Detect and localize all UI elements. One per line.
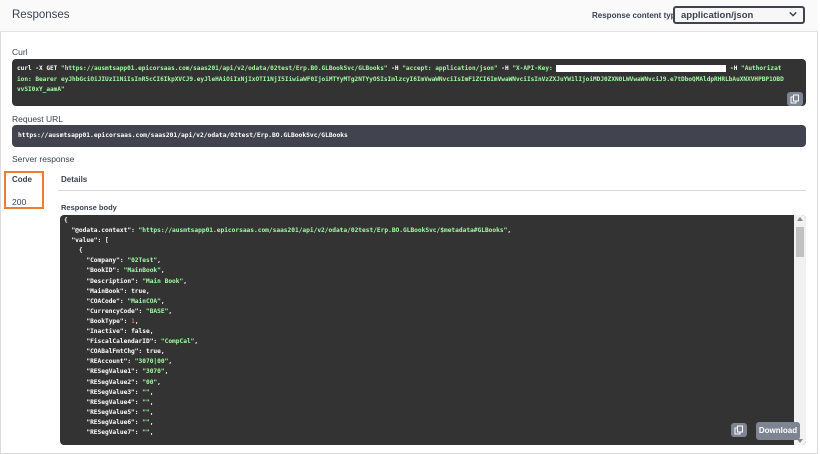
response-scrollbar[interactable] [794, 215, 806, 445]
curl-flag: -H [387, 65, 403, 72]
json-key: "COACode" [86, 297, 120, 305]
json-key: "BookType" [86, 317, 124, 325]
code-column-header: Code [12, 175, 32, 184]
download-button[interactable]: Download [756, 422, 800, 440]
content-type-label: Response content type [592, 11, 681, 20]
json-value: "BASE" [145, 307, 169, 315]
curl-label: Curl [12, 47, 28, 57]
json-key: "@odata.context" [71, 227, 132, 235]
table-header-divider [58, 190, 806, 191]
json-key: "COABalFmtChg" [86, 348, 139, 356]
json-value: true [145, 348, 161, 356]
details-column-header: Details [61, 175, 88, 184]
curl-accept-header: "accept: application/json" [402, 65, 498, 72]
curl-command: curl -X GET "https://ausmtsapp01.epicors… [12, 59, 806, 106]
copy-response-button[interactable] [731, 423, 747, 437]
json-value: "Main Book" [142, 277, 184, 285]
json-value: "MainCOA" [127, 297, 161, 305]
json-value: false [131, 328, 150, 336]
curl-url: "https://ausmtsapp01.epicorsaas.com/saas… [61, 65, 388, 72]
json-value: "3070|00" [134, 358, 169, 366]
json-value: "MainBook" [123, 267, 161, 275]
scroll-up-arrow-icon[interactable] [797, 217, 803, 221]
json-value: "" [142, 408, 150, 416]
json-value: "" [142, 418, 150, 426]
content-type-select[interactable]: application/json [673, 6, 805, 24]
responses-header: Responses Response content type applicat… [0, 0, 818, 32]
json-value: "" [142, 388, 150, 396]
response-body[interactable]: { "@odata.context": "https://ausmtsapp01… [60, 215, 806, 445]
json-key: "FiscalCalendarID" [86, 338, 154, 346]
copy-icon [790, 94, 799, 104]
json-value: "3070" [142, 368, 165, 376]
curl-flag: -H [497, 65, 513, 72]
json-value: 1 [131, 317, 135, 325]
json-value: "" [142, 428, 150, 436]
json-key: "RESegValue5" [86, 408, 135, 416]
copy-icon [734, 425, 743, 435]
json-key: "Company" [86, 257, 120, 265]
response-code: 200 [12, 197, 27, 207]
json-key: "RESegValue7" [86, 428, 135, 436]
json-key: "MainBook" [86, 287, 124, 295]
json-key: "RESegValue4" [86, 398, 135, 406]
curl-flag: -H [726, 65, 742, 72]
redacted-key [556, 64, 727, 72]
responses-title: Responses [12, 9, 70, 21]
curl-apikey-header: "X-API-Key: [512, 65, 557, 72]
response-body-label: Response body [61, 203, 117, 212]
json-value: "CompCal" [160, 338, 195, 346]
json-value: true [131, 287, 146, 295]
json-key: "RESegValue2" [86, 378, 135, 386]
chevron-down-icon [789, 11, 797, 17]
json-key: "RESegValue1" [86, 368, 135, 376]
json-key: "RESegValue3" [86, 388, 135, 396]
json-key: "BookID" [86, 267, 117, 275]
response-json: { "@odata.context": "https://ausmtsapp01… [64, 217, 512, 436]
request-url-value: https://ausmtsapp01.epicorsaas.com/saas2… [12, 125, 806, 147]
json-value: "00" [142, 378, 158, 386]
copy-curl-button[interactable] [787, 92, 803, 106]
json-key: "Inactive" [86, 328, 124, 336]
request-url-label: Request URL [12, 114, 64, 124]
json-key: "Description" [86, 277, 135, 285]
json-key: "RESegValue6" [86, 418, 135, 426]
server-response-label: Server response [12, 154, 75, 164]
json-key: "REAccount" [86, 358, 128, 366]
curl-text: curl -X GET [17, 65, 62, 72]
content-type-value: application/json [681, 10, 754, 21]
json-key: "value" [71, 237, 98, 245]
json-value: "02Test" [127, 257, 158, 265]
json-string: "https://ausmtsapp01.epicorsaas.com/saas… [138, 227, 508, 235]
scroll-thumb[interactable] [796, 227, 804, 257]
json-key: "CurrencyCode" [86, 307, 139, 315]
json-value: "" [142, 398, 150, 406]
